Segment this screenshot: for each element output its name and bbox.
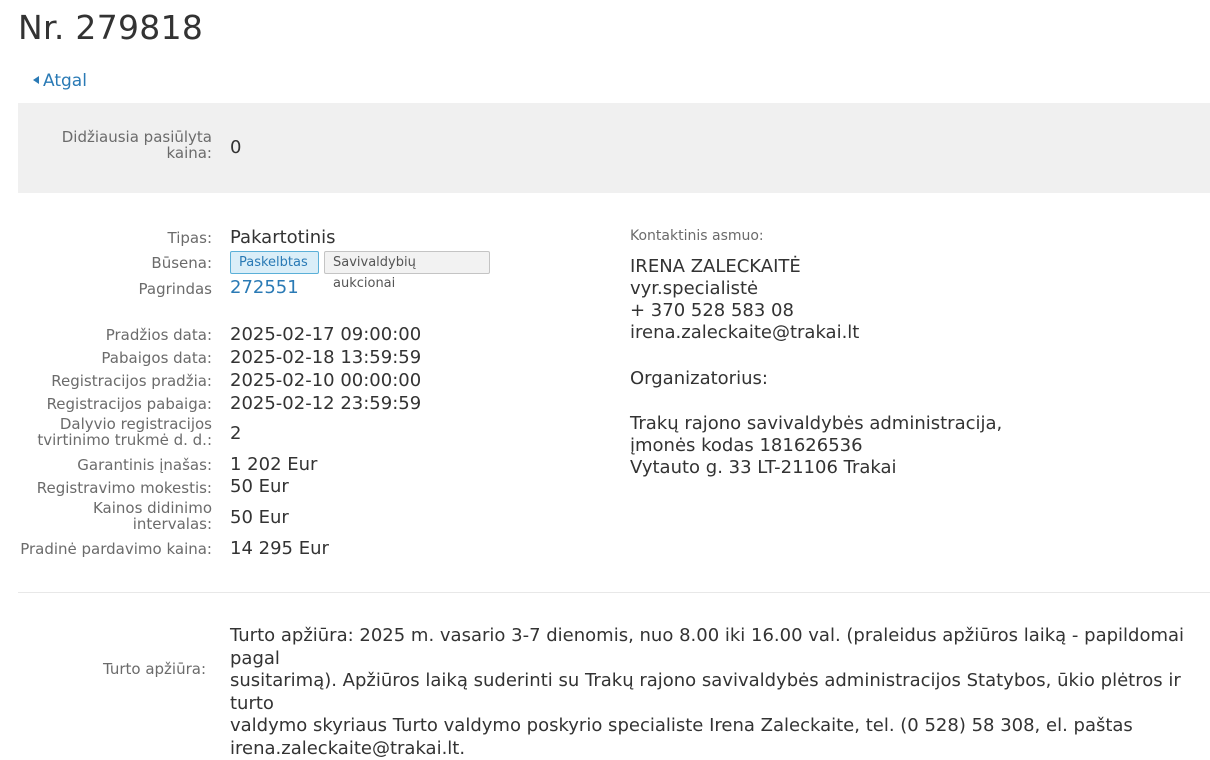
page-title: Nr. 279818 — [18, 8, 204, 47]
type-value: Pakartotinis — [230, 227, 336, 248]
organizer-address: Vytauto g. 33 LT-21106 Trakai — [630, 457, 897, 478]
organizer-code: įmonės kodas 181626536 — [630, 435, 863, 456]
viewing-label: Turto apžiūra: — [102, 660, 206, 678]
contact-phone: + 370 528 583 08 — [630, 300, 794, 321]
caret-left-icon — [33, 76, 39, 84]
deposit-value: 1 202 Eur — [230, 454, 318, 475]
reg-end-value: 2025-02-12 23:59:59 — [230, 393, 422, 414]
start-date-label: Pradžios data: — [105, 326, 212, 344]
initial-price-value: 14 295 Eur — [230, 538, 329, 559]
reg-end-label: Registracijos pabaiga: — [46, 395, 212, 413]
contact-email: irena.zaleckaite@trakai.lt — [630, 322, 860, 343]
back-link[interactable]: Atgal — [33, 71, 87, 91]
reg-fee-value: 50 Eur — [230, 476, 289, 497]
organizer-name: Trakų rajono savivaldybės administracija… — [630, 413, 1003, 434]
organizer-label: Organizatorius: — [630, 368, 768, 389]
contact-label: Kontaktinis asmuo: — [630, 228, 764, 244]
confirm-duration-label: Dalyvio registracijos tvirtinimo trukmė d… — [37, 415, 212, 449]
increment-label: Kainos didinimo intervalas: — [92, 499, 212, 533]
section-divider — [18, 592, 1210, 593]
basis-link[interactable]: 272551 — [230, 277, 299, 299]
status-badge: Paskelbtas — [230, 251, 319, 274]
initial-price-label: Pradinė pardavimo kaina: — [20, 540, 212, 558]
contact-name: IRENA ZALECKAITĖ — [630, 256, 801, 277]
increment-value: 50 Eur — [230, 507, 289, 528]
end-date-label: Pabaigos data: — [101, 349, 212, 367]
status-label: Būsena: — [151, 254, 212, 272]
back-link-label: Atgal — [43, 71, 87, 91]
highest-bid-label: Didžiausia pasiūlyta kaina: — [61, 128, 212, 162]
deposit-label: Garantinis įnašas: — [77, 456, 212, 474]
reg-fee-label: Registravimo mokestis: — [36, 479, 212, 497]
contact-position: vyr.specialistė — [630, 278, 759, 299]
type-label: Tipas: — [167, 229, 212, 247]
end-date-value: 2025-02-18 13:59:59 — [230, 347, 422, 368]
reg-start-value: 2025-02-10 00:00:00 — [230, 370, 422, 391]
highest-bid-value: 0 — [230, 137, 242, 158]
reg-start-label: Registracijos pradžia: — [51, 372, 212, 390]
confirm-duration-value: 2 — [230, 423, 242, 444]
basis-label: Pagrindas — [138, 280, 212, 298]
viewing-description: Turto apžiūra: 2025 m. vasario 3-7 dieno… — [230, 625, 1185, 759]
start-date-value: 2025-02-17 09:00:00 — [230, 324, 422, 345]
category-badge: Savivaldybių aukcionai — [324, 251, 490, 291]
